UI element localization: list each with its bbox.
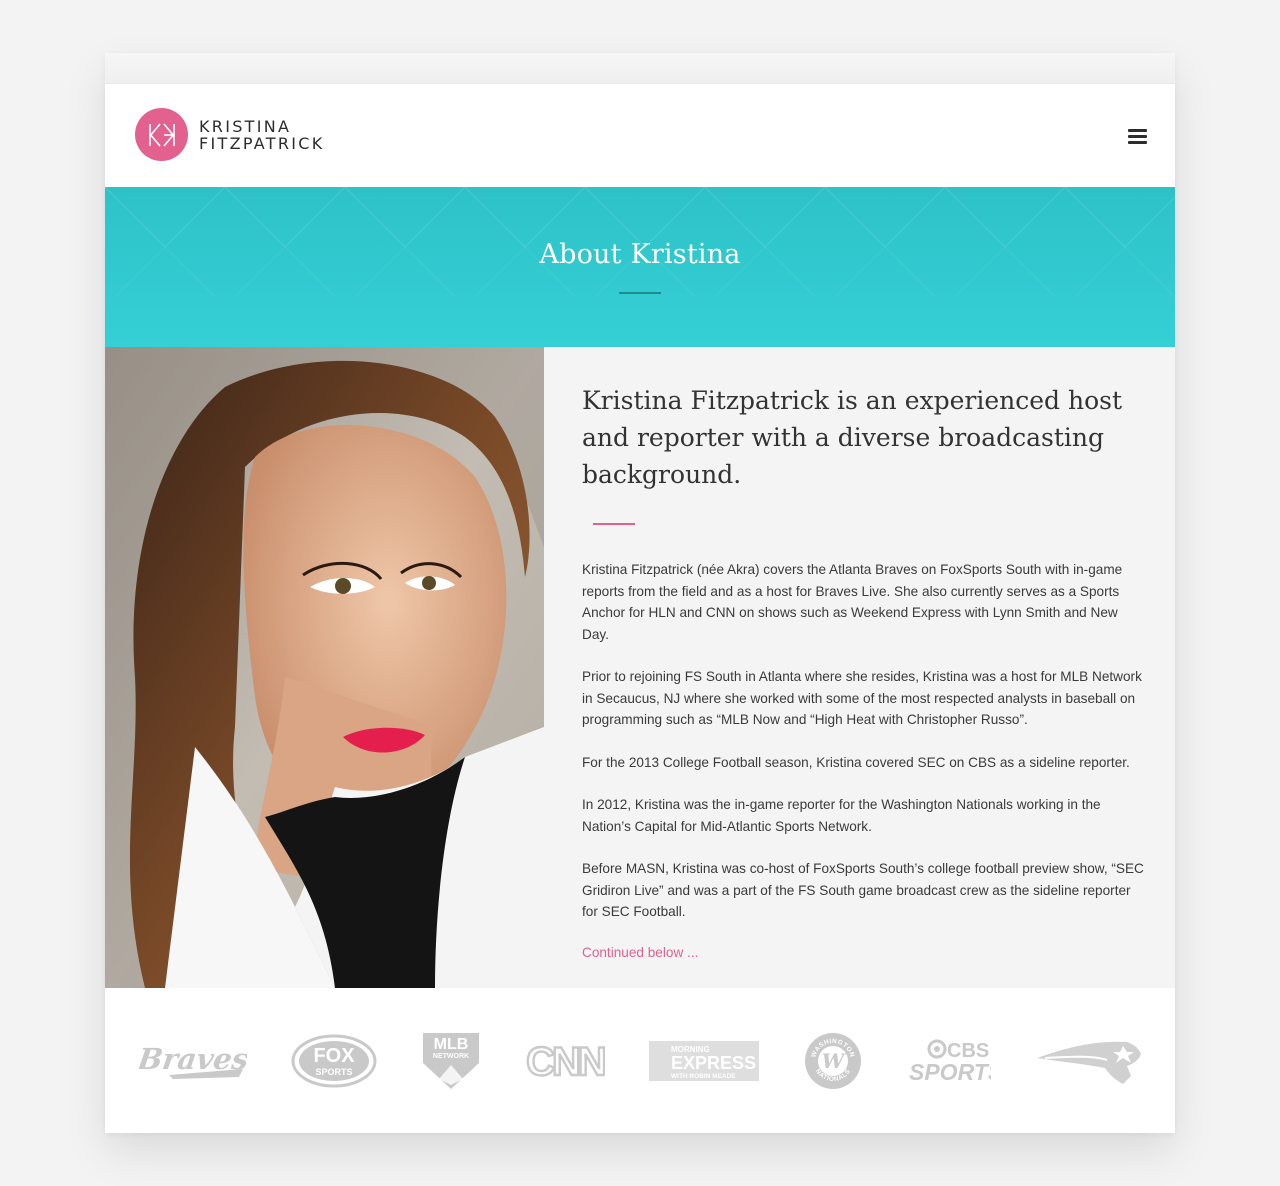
braves-logo-mark: Braves xyxy=(139,1042,247,1079)
continued-below-link[interactable]: Continued below ... xyxy=(582,945,1145,960)
patriots-logo-mark xyxy=(1037,1041,1141,1084)
menu-bar xyxy=(1128,135,1147,138)
mlb-network-logo: MLB NETWORK xyxy=(421,1031,481,1091)
bio-headline: Kristina Fitzpatrick is an experienced h… xyxy=(582,386,1123,489)
mlb-wordmark: MLB xyxy=(434,1036,469,1053)
menu-bar xyxy=(1128,129,1147,132)
page-hero: About Kristina xyxy=(105,187,1175,347)
cnn-logo-mark: CNN xyxy=(525,1039,605,1083)
bio-panel: Kristina Fitzpatrick is an experienced h… xyxy=(544,347,1175,988)
nationals-w-letter: W xyxy=(822,1049,847,1073)
mlb-network-wordmark: NETWORK xyxy=(433,1053,469,1060)
kf-monogram-glyph xyxy=(148,122,175,147)
network-logos-strip: Braves FOX SPORTS MLB NETWORK CNN MORNIN… xyxy=(105,988,1175,1134)
cbs-sports-wordmark: SPORTS xyxy=(909,1059,991,1083)
site-logo[interactable]: KRISTINA FITZPATRICK xyxy=(135,108,325,161)
washington-nationals-logo-mark: WASHINGTON NATIONALS W xyxy=(805,1033,861,1089)
robin-meade-wordmark: WITH ROBIN MEADE xyxy=(671,1073,736,1080)
morning-express-logo: MORNING EXPRESS WITH ROBIN MEADE xyxy=(649,1041,759,1081)
cnn-wordmark: CNN xyxy=(526,1040,605,1083)
fox-wordmark: FOX xyxy=(313,1045,355,1067)
kf-monogram-icon xyxy=(135,108,188,161)
headline-divider xyxy=(593,523,635,525)
menu-bar xyxy=(1128,141,1147,144)
logo-last-name: FITZPATRICK xyxy=(199,133,325,153)
about-section: Kristina Fitzpatrick is an experienced h… xyxy=(105,347,1175,988)
site-header: KRISTINA FITZPATRICK xyxy=(105,84,1175,187)
washington-nationals-logo: WASHINGTON NATIONALS W xyxy=(803,1031,863,1091)
title-divider xyxy=(619,292,661,294)
browser-top-bar xyxy=(105,53,1175,84)
fox-sports-logo: FOX SPORTS xyxy=(291,1034,377,1088)
fox-sports-logo-mark: FOX SPORTS xyxy=(291,1034,377,1088)
cbs-sports-logo-mark: CBS SPORTS xyxy=(909,1039,991,1083)
bio-paragraph: In 2012, Kristina was the in-game report… xyxy=(582,797,1101,834)
bio-paragraph: Kristina Fitzpatrick (née Akra) covers t… xyxy=(582,562,1123,642)
patriots-logo xyxy=(1035,1036,1143,1086)
braves-logo: Braves xyxy=(139,1039,247,1083)
express-wordmark: EXPRESS xyxy=(671,1053,756,1073)
page-title: About Kristina xyxy=(539,239,741,270)
morning-express-logo-mark: MORNING EXPRESS WITH ROBIN MEADE xyxy=(649,1041,759,1081)
fox-sports-wordmark: SPORTS xyxy=(315,1067,352,1077)
browser-frame: KRISTINA FITZPATRICK About Kristina Kris… xyxy=(105,53,1175,1133)
cnn-logo: CNN xyxy=(525,1039,605,1083)
bio-paragraph: Prior to rejoining FS South in Atlanta w… xyxy=(582,669,1142,727)
hamburger-icon[interactable] xyxy=(1128,129,1147,144)
logo-first-name: KRISTINA xyxy=(199,116,292,136)
portrait-photo xyxy=(105,347,544,988)
bio-paragraph: Before MASN, Kristina was co-host of Fox… xyxy=(582,861,1144,919)
mlb-network-logo-mark: MLB NETWORK xyxy=(423,1033,479,1089)
bio-paragraph: For the 2013 College Football season, Kr… xyxy=(582,754,1130,770)
logo-wordmark: KRISTINA FITZPATRICK xyxy=(199,118,325,152)
portrait-illustration xyxy=(105,347,544,988)
cbs-sports-logo: CBS SPORTS xyxy=(907,1039,991,1083)
